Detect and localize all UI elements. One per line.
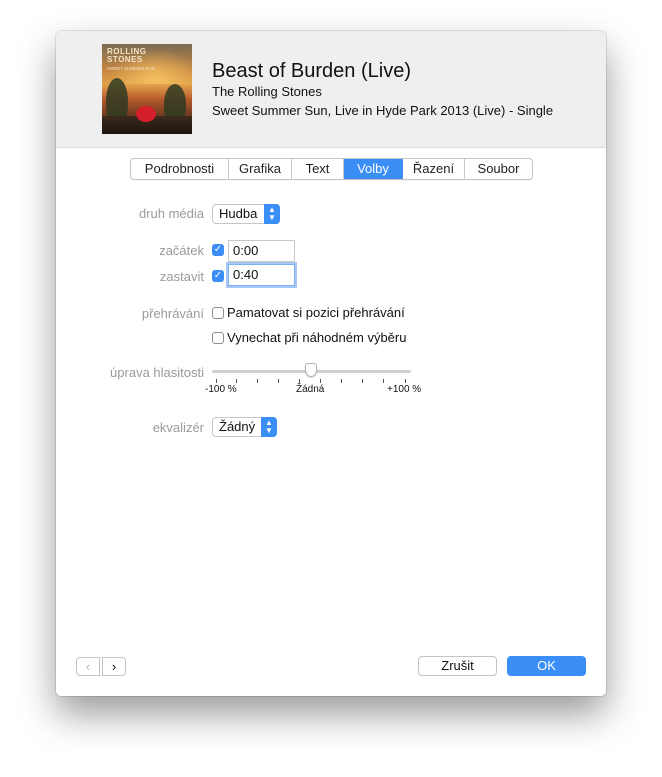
equalizer-select[interactable]: Žádný ▲ ▼ (212, 417, 277, 437)
media-kind-label: druh média (138, 206, 204, 221)
equalizer-label: ekvalizér (152, 420, 204, 435)
slider-tick (257, 379, 258, 383)
ok-button[interactable]: OK (507, 656, 586, 676)
tab-razeni[interactable]: Řazení (403, 159, 465, 179)
slider-tick (216, 379, 217, 383)
tab-grafika[interactable]: Grafika (229, 159, 292, 179)
song-title: Beast of Burden (Live) (212, 60, 411, 82)
media-kind-value: Hudba (219, 206, 258, 221)
slider-tick (320, 379, 321, 383)
skip-shuffle-label[interactable]: Vynechat při náhodném výběru (227, 330, 406, 345)
tongue-logo-icon (136, 106, 156, 122)
updown-arrows-icon: ▲ ▼ (261, 417, 277, 437)
previous-item-button[interactable]: ‹ (76, 657, 100, 676)
stop-checkbox[interactable]: ✓ (212, 270, 224, 282)
dialog-header: ROLLING STONES SWEET SUMMER SUN Beast of… (56, 31, 606, 148)
chevron-left-icon: ‹ (85, 659, 91, 674)
volume-max-label: +100 % (387, 384, 422, 395)
stop-time-field[interactable]: 0:40 (228, 264, 295, 286)
stop-label: zastavit (159, 269, 204, 284)
song-info-dialog: ROLLING STONES SWEET SUMMER SUN Beast of… (56, 31, 606, 696)
start-time-field[interactable]: 0:00 (228, 240, 295, 262)
slider-tick (236, 379, 237, 383)
tab-bar: Podrobnosti Grafika Text Volby Řazení So… (130, 158, 533, 180)
tab-volby[interactable]: Volby (344, 159, 403, 179)
artwork-subtitle-text: SWEET SUMMER SUN (107, 66, 155, 71)
remember-position-checkbox[interactable] (212, 307, 224, 319)
chevron-right-icon: › (111, 659, 117, 674)
volume-adjust-label: úprava hlasitosti (110, 365, 204, 380)
equalizer-value: Žádný (219, 419, 256, 434)
cancel-button[interactable]: Zrušit (418, 656, 497, 676)
slider-tick (299, 379, 300, 383)
skip-shuffle-checkbox[interactable] (212, 332, 224, 344)
slider-tick (383, 379, 384, 383)
next-item-button[interactable]: › (102, 657, 126, 676)
remember-position-label[interactable]: Pamatovat si pozici přehrávání (227, 305, 405, 320)
song-artist: The Rolling Stones (212, 84, 322, 99)
tab-podrobnosti[interactable]: Podrobnosti (131, 159, 229, 179)
media-kind-select[interactable]: Hudba ▲ ▼ (212, 204, 280, 224)
song-album: Sweet Summer Sun, Live in Hyde Park 2013… (212, 103, 554, 118)
tab-text[interactable]: Text (292, 159, 344, 179)
album-artwork[interactable]: ROLLING STONES SWEET SUMMER SUN (102, 44, 192, 134)
volume-min-label: -100 % (205, 384, 237, 395)
tab-soubor[interactable]: Soubor (465, 159, 532, 179)
volume-slider-knob[interactable] (305, 363, 317, 377)
start-label: začátek (159, 243, 204, 258)
slider-tick (278, 379, 279, 383)
slider-tick (341, 379, 342, 383)
artwork-logo-text: ROLLING STONES (107, 47, 147, 64)
slider-tick (362, 379, 363, 383)
volume-mid-label: Žádná (296, 384, 325, 395)
start-checkbox[interactable]: ✓ (212, 244, 224, 256)
updown-arrows-icon: ▲ ▼ (264, 204, 280, 224)
slider-tick (405, 379, 406, 383)
playback-label: přehrávání (141, 306, 204, 321)
